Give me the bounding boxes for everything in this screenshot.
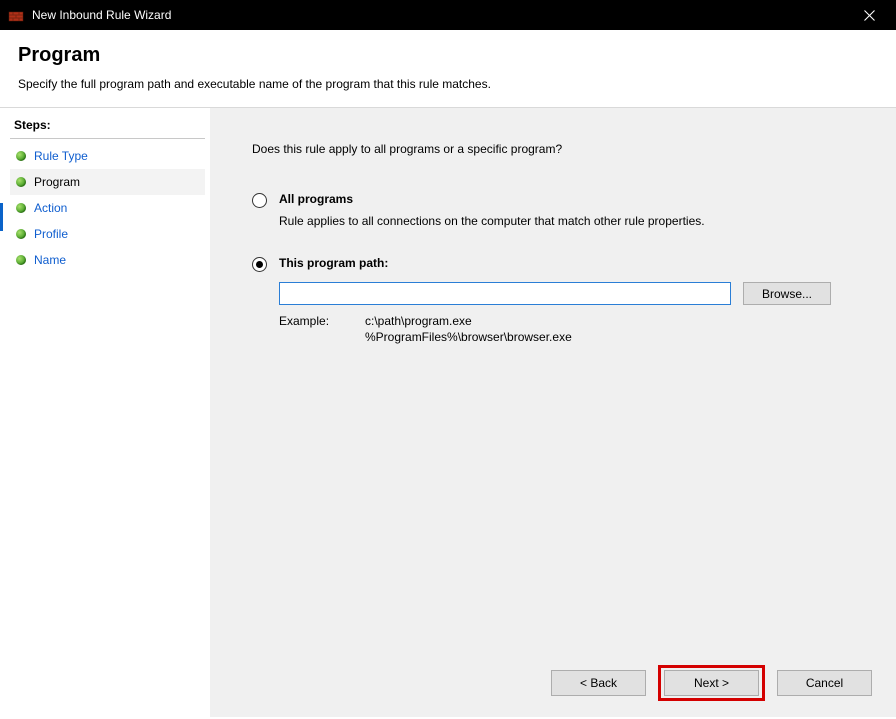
page-header: Program Specify the full program path an…: [0, 30, 896, 107]
window-title: New Inbound Rule Wizard: [32, 8, 846, 22]
example-label: Example:: [279, 313, 365, 345]
step-action[interactable]: Action: [10, 195, 205, 221]
option-path-label: This program path:: [279, 256, 388, 270]
option-all-description: Rule applies to all connections on the c…: [279, 214, 868, 228]
titlebar: New Inbound Rule Wizard: [0, 0, 896, 30]
page-subtitle: Specify the full program path and execut…: [18, 77, 878, 91]
radio-icon: [252, 257, 267, 272]
bullet-icon: [16, 203, 26, 213]
program-path-input[interactable]: [279, 282, 731, 305]
step-label: Action: [34, 201, 67, 215]
step-label: Program: [34, 175, 80, 189]
step-profile[interactable]: Profile: [10, 221, 205, 247]
step-label: Rule Type: [34, 149, 88, 163]
steps-heading: Steps:: [10, 114, 205, 139]
firewall-icon: [8, 7, 24, 23]
scope-question: Does this rule apply to all programs or …: [252, 142, 868, 156]
wizard-footer: < Back Next > Cancel: [551, 665, 872, 701]
next-button-highlight: Next >: [658, 665, 765, 701]
page-title: Program: [18, 44, 878, 67]
step-label: Name: [34, 253, 66, 267]
option-all-programs[interactable]: All programs: [252, 192, 868, 208]
bullet-icon: [16, 177, 26, 187]
option-all-label: All programs: [279, 192, 353, 206]
bullet-icon: [16, 229, 26, 239]
bullet-icon: [16, 151, 26, 161]
close-button[interactable]: [846, 0, 892, 30]
example-paths: c:\path\program.exe %ProgramFiles%\brows…: [365, 313, 868, 345]
option-this-program-path[interactable]: This program path:: [252, 256, 868, 272]
step-program[interactable]: Program: [10, 169, 205, 195]
step-rule-type[interactable]: Rule Type: [10, 143, 205, 169]
bullet-icon: [16, 255, 26, 265]
steps-sidebar: Steps: Rule Type Program Action Profile …: [0, 108, 210, 717]
step-name[interactable]: Name: [10, 247, 205, 273]
browse-button[interactable]: Browse...: [743, 282, 831, 305]
active-step-indicator: [0, 203, 3, 231]
back-button[interactable]: < Back: [551, 670, 646, 696]
radio-icon: [252, 193, 267, 208]
cancel-button[interactable]: Cancel: [777, 670, 872, 696]
step-label: Profile: [34, 227, 68, 241]
next-button[interactable]: Next >: [664, 670, 759, 696]
content-pane: Does this rule apply to all programs or …: [210, 108, 896, 717]
